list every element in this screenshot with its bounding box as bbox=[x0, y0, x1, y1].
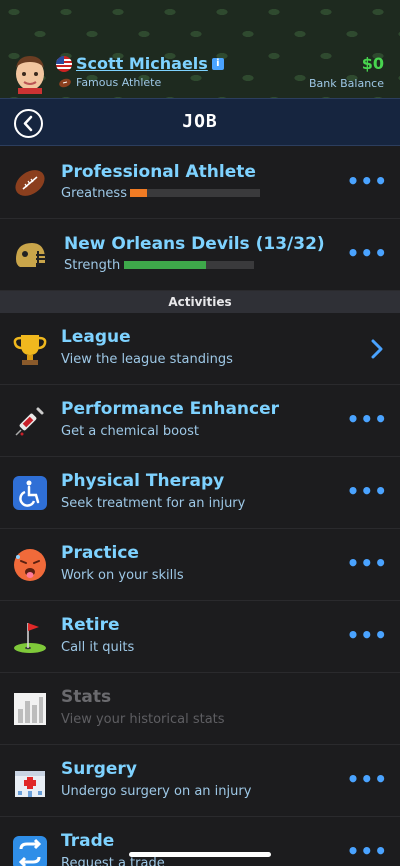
activity-subtitle: Request a trade bbox=[61, 856, 165, 866]
activity-title: Practice bbox=[61, 543, 139, 563]
greatness-bar-fill bbox=[130, 189, 147, 197]
team-title: New Orleans Devils (13/32) bbox=[64, 234, 325, 254]
activity-title: Performance Enhancer bbox=[61, 399, 280, 419]
more-options-icon[interactable]: ••• bbox=[347, 551, 388, 575]
activity-subtitle: Undergo surgery on an injury bbox=[61, 784, 252, 799]
job-row[interactable]: Professional Athlete Greatness ••• bbox=[0, 147, 400, 219]
job-title: Professional Athlete bbox=[61, 162, 256, 182]
helmet-icon bbox=[16, 243, 46, 267]
home-indicator[interactable] bbox=[129, 852, 271, 857]
strength-bar-fill bbox=[124, 261, 206, 269]
activity-title: Retire bbox=[61, 615, 120, 635]
golf-flag-icon bbox=[14, 623, 46, 653]
section-header-activities: Activities bbox=[0, 291, 400, 313]
trade-arrows-icon bbox=[13, 836, 47, 866]
activity-retire[interactable]: Retire Call it quits ••• bbox=[0, 601, 400, 673]
nav-bar: JOB bbox=[0, 98, 400, 146]
activity-stats: Stats View your historical stats bbox=[0, 673, 400, 745]
more-options-icon[interactable]: ••• bbox=[347, 169, 388, 193]
activity-title: Physical Therapy bbox=[61, 471, 225, 491]
bank-balance-label: Bank Balance bbox=[309, 77, 384, 90]
syringe-icon bbox=[15, 407, 44, 436]
activity-subtitle: Seek treatment for an injury bbox=[61, 496, 246, 511]
more-options-icon[interactable]: ••• bbox=[347, 767, 388, 791]
greatness-bar bbox=[130, 189, 260, 197]
activity-title: Surgery bbox=[61, 759, 137, 779]
football-icon bbox=[15, 170, 45, 196]
more-options-icon[interactable]: ••• bbox=[347, 623, 388, 647]
page-title: JOB bbox=[182, 111, 218, 132]
activity-subtitle: Get a chemical boost bbox=[61, 424, 199, 439]
activity-practice[interactable]: Practice Work on your skills ••• bbox=[0, 529, 400, 601]
activity-trade[interactable]: Trade Request a trade ••• bbox=[0, 817, 400, 866]
activity-subtitle: View the league standings bbox=[61, 352, 233, 367]
activity-title: Trade bbox=[61, 831, 115, 851]
trophy-icon bbox=[13, 335, 47, 365]
activity-physical-therapy[interactable]: Physical Therapy Seek treatment for an i… bbox=[0, 457, 400, 529]
activity-performance-enhancer[interactable]: Performance Enhancer Get a chemical boos… bbox=[0, 385, 400, 457]
activity-title: Stats bbox=[61, 687, 112, 707]
activity-subtitle: View your historical stats bbox=[61, 712, 225, 727]
activity-subtitle: Work on your skills bbox=[61, 568, 184, 583]
more-options-icon[interactable]: ••• bbox=[347, 407, 388, 431]
bank-balance-value: $0 bbox=[361, 54, 384, 73]
team-row[interactable]: New Orleans Devils (13/32) Strength ••• bbox=[0, 219, 400, 291]
chevron-right-icon[interactable] bbox=[370, 339, 384, 359]
profile-header: Scott Michaels i Famous Athlete $0 Bank … bbox=[0, 0, 400, 98]
avatar-icon bbox=[16, 56, 44, 94]
strength-bar bbox=[124, 261, 254, 269]
more-options-icon[interactable]: ••• bbox=[347, 839, 388, 863]
football-icon bbox=[59, 78, 71, 87]
info-icon[interactable]: i bbox=[211, 57, 224, 70]
activity-league[interactable]: League View the league standings bbox=[0, 313, 400, 385]
job-stat-label: Greatness bbox=[61, 186, 127, 201]
more-options-icon[interactable]: ••• bbox=[347, 241, 388, 265]
avatar[interactable] bbox=[10, 52, 50, 94]
activity-surgery[interactable]: Surgery Undergo surgery on an injury ••• bbox=[0, 745, 400, 817]
occupation-label: Famous Athlete bbox=[76, 76, 162, 89]
stats-chart-icon bbox=[14, 693, 46, 725]
wheelchair-icon bbox=[13, 476, 47, 510]
exhausted-face-icon bbox=[14, 549, 46, 581]
team-stat-label: Strength bbox=[64, 258, 121, 273]
more-options-icon[interactable]: ••• bbox=[347, 479, 388, 503]
activity-title: League bbox=[61, 327, 131, 347]
player-name[interactable]: Scott Michaels bbox=[76, 54, 208, 73]
us-flag-icon bbox=[56, 55, 72, 72]
hospital-icon bbox=[15, 771, 45, 797]
activity-subtitle: Call it quits bbox=[61, 640, 135, 655]
